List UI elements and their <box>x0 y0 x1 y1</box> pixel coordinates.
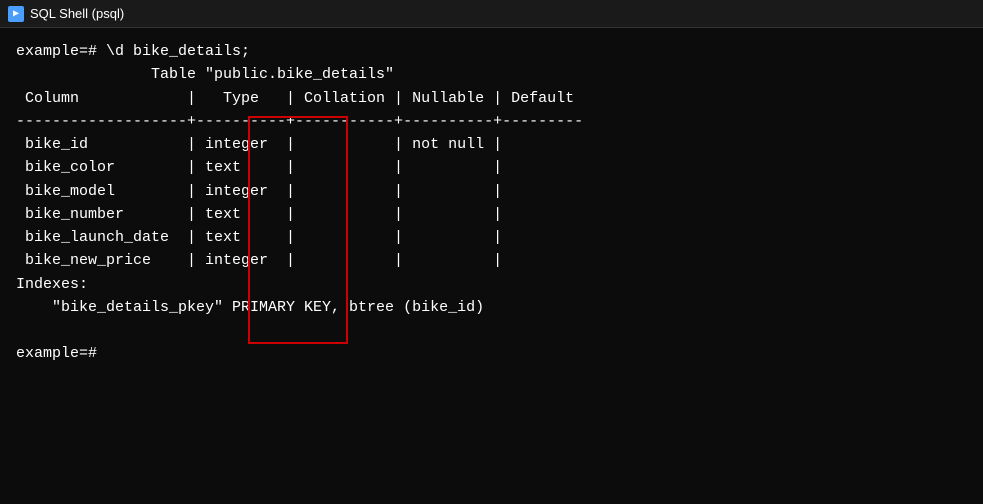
window-title: SQL Shell (psql) <box>30 6 124 21</box>
terminal-output: example=# \d bike_details; Table "public… <box>16 40 967 366</box>
app-icon: ▶ <box>8 6 24 22</box>
app-icon-symbol: ▶ <box>13 8 19 20</box>
title-bar: ▶ SQL Shell (psql) <box>0 0 983 28</box>
terminal-body[interactable]: example=# \d bike_details; Table "public… <box>0 28 983 378</box>
